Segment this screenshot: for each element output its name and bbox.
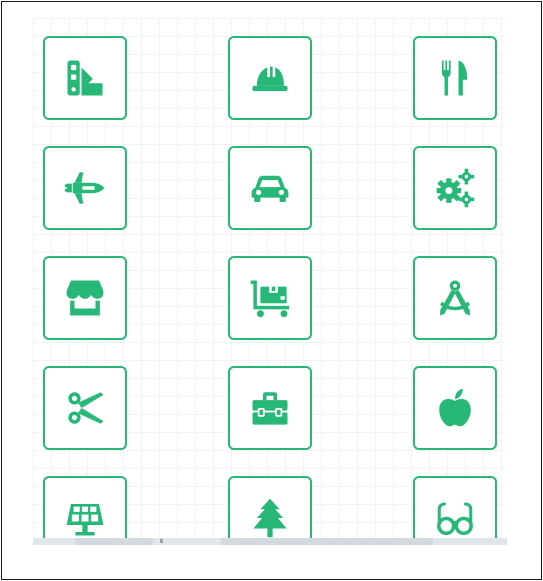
tree-icon [253,498,287,538]
gears-icon [436,168,475,208]
space-shuttle-icon [64,172,105,204]
icon-tile-utensils[interactable] [413,36,497,120]
icon-tile-swatchbook[interactable] [43,36,127,120]
store-icon [66,280,104,316]
icon-grid-viewport [33,18,507,538]
icon-tile-space-shuttle[interactable] [43,146,127,230]
apple-icon [439,388,471,427]
icon-tile-tree[interactable] [228,476,312,538]
icon-tile-store[interactable] [43,256,127,340]
icon-tile-car[interactable] [228,146,312,230]
drafting-compass-icon [440,280,470,316]
icon-tile-solar-panel[interactable] [43,476,127,538]
solar-panel-icon [66,504,104,536]
scrollbar-marker [160,539,163,543]
icon-tile-hard-hat[interactable] [228,36,312,120]
scrollbar-thumb-secondary[interactable] [221,538,433,545]
icon-tile-dolly-boxes[interactable] [228,256,312,340]
icon-tile-gears[interactable] [413,146,497,230]
horizontal-scrollbar[interactable] [33,538,507,545]
hard-hat-icon [252,66,288,92]
scrollbar-thumb[interactable] [75,538,153,545]
icon-tile-glasses[interactable] [413,476,497,538]
icon-tile-drafting-compass[interactable] [413,256,497,340]
utensils-icon [441,60,468,96]
window-frame [1,1,542,580]
scissors-icon [68,392,104,424]
glasses-icon [437,502,473,536]
icon-tile-apple[interactable] [413,366,497,450]
dolly-boxes-icon [250,280,290,318]
car-icon [251,175,289,202]
swatchbook-icon [67,60,103,96]
toolbox-icon [252,392,288,425]
icon-tile-toolbox[interactable] [228,366,312,450]
icon-tile-scissors[interactable] [43,366,127,450]
